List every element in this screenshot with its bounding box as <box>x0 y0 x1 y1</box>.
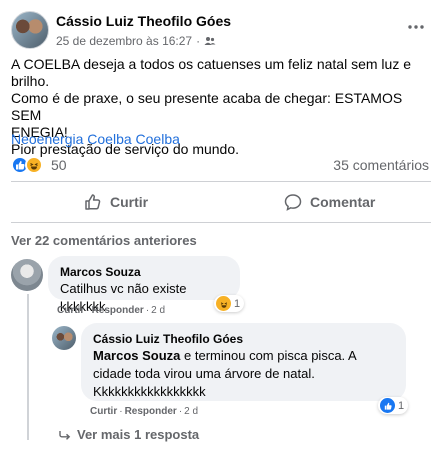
facebook-post: Cássio Luiz Theofilo Góes 25 de dezembro… <box>0 0 442 451</box>
comment-bubble-icon <box>284 194 302 211</box>
thread-connector <box>27 294 29 440</box>
reply-reaction-count: 1 <box>398 399 405 412</box>
view-more-replies-label: Ver mais 1 resposta <box>77 427 200 442</box>
post-tags-link[interactable]: Neoenergia Coelba Coelba <box>11 131 180 147</box>
post-text-line: A COELBA deseja a todos os catuenses um … <box>11 56 415 89</box>
audience-friends-icon[interactable] <box>204 35 216 47</box>
post-text-line: Como é de praxe, o seu presente acaba de… <box>11 90 407 123</box>
reply-like-link[interactable]: Curtir <box>90 406 117 417</box>
comment-bubble: Marcos Souza Catilhus vc não existe kkkk… <box>48 256 240 314</box>
post-meta: 25 de dezembro às 16:27 · <box>56 34 216 48</box>
action-separator: · <box>86 305 90 316</box>
comments-count[interactable]: 35 comentários <box>333 157 429 173</box>
reply-arrow-icon <box>59 430 71 440</box>
comment-age[interactable]: 2 d <box>151 305 165 316</box>
reply-age[interactable]: 2 d <box>184 406 198 417</box>
action-separator: · <box>119 406 123 417</box>
view-previous-comments-link[interactable]: Ver 22 comentários anteriores <box>11 233 197 248</box>
like-button-label: Curtir <box>110 194 149 210</box>
comment-button[interactable]: Comentar <box>284 188 375 216</box>
comment-button-label: Comentar <box>310 194 376 210</box>
mention-link[interactable]: Marcos Souza <box>93 348 180 363</box>
post-options-icon[interactable] <box>403 14 429 40</box>
comment-reaction-count: 1 <box>234 297 241 310</box>
reply-bubble: Cássio Luiz Theofilo Góes Marcos Souza e… <box>81 323 406 401</box>
reply-reaction-badge[interactable]: 1 <box>378 397 409 414</box>
meta-separator: · <box>196 34 201 48</box>
action-separator: · <box>178 406 183 417</box>
reply-author[interactable]: Cássio Luiz Theofilo Góes <box>93 331 394 347</box>
reactions-summary[interactable]: 50 <box>11 156 67 174</box>
reply-text: Marcos Souza e terminou com pisca pisca.… <box>93 347 394 401</box>
reply-actions: Curtir · Responder · 2 d <box>90 406 198 417</box>
haha-reaction-icon <box>25 156 43 174</box>
comment-like-link[interactable]: Curtir <box>57 305 84 316</box>
haha-icon <box>216 296 231 311</box>
comment-actions: Curtir · Responder · 2 d <box>57 305 165 316</box>
post-date[interactable]: 25 de dezembro às 16:27 <box>56 34 192 48</box>
commenter-avatar[interactable] <box>11 259 43 291</box>
post-author-name[interactable]: Cássio Luiz Theofilo Góes <box>56 13 231 29</box>
action-separator: · <box>145 305 150 316</box>
comment-reply-link[interactable]: Responder <box>92 305 144 316</box>
comment-reaction-badge[interactable]: 1 <box>214 295 245 312</box>
reaction-count[interactable]: 50 <box>51 157 67 173</box>
divider <box>11 181 431 182</box>
reply-author-avatar[interactable] <box>52 326 76 350</box>
divider <box>11 222 431 223</box>
like-button[interactable]: Curtir <box>84 188 148 216</box>
comment-author[interactable]: Marcos Souza <box>60 264 228 280</box>
reply-reply-link[interactable]: Responder <box>125 406 177 417</box>
like-icon <box>380 398 395 413</box>
thumbs-up-icon <box>85 194 101 210</box>
view-more-replies-link[interactable]: Ver mais 1 resposta <box>59 427 199 442</box>
author-avatar[interactable] <box>11 11 49 49</box>
